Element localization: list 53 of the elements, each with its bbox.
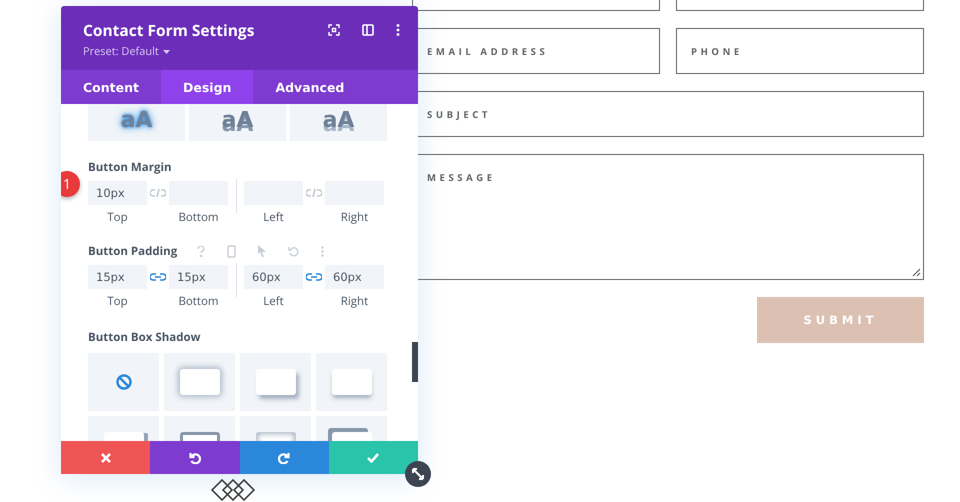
unlink-icon[interactable] bbox=[150, 188, 166, 198]
fullscreen-icon[interactable] bbox=[328, 24, 340, 36]
side-label: Left bbox=[263, 210, 284, 225]
undo-icon bbox=[188, 452, 201, 464]
step-badge: 1 bbox=[61, 171, 80, 197]
group-label: Button Margin bbox=[88, 160, 172, 174]
caret-icon bbox=[162, 50, 170, 54]
side-label: Bottom bbox=[178, 294, 219, 309]
no-shadow-icon bbox=[116, 374, 132, 390]
box-shadow-option[interactable] bbox=[316, 353, 387, 411]
tab[interactable]: Advanced bbox=[253, 70, 366, 104]
help-icon[interactable] bbox=[197, 246, 206, 256]
text-shadow-option[interactable]: aA bbox=[88, 104, 185, 141]
close-icon bbox=[100, 452, 111, 462]
tab[interactable]: Design bbox=[161, 70, 254, 104]
input-field[interactable]: 60px bbox=[325, 265, 384, 289]
unlink-icon[interactable] bbox=[306, 188, 322, 198]
input-field[interactable]: 15px bbox=[88, 265, 147, 289]
box-shadow-option[interactable] bbox=[164, 353, 235, 411]
link-icon[interactable] bbox=[150, 272, 166, 282]
group-label: Button Box Shadow bbox=[88, 330, 200, 344]
input-field[interactable]: 60px bbox=[244, 265, 303, 289]
split-view-icon[interactable] bbox=[362, 24, 374, 36]
side-label: Left bbox=[263, 294, 284, 309]
panel-title: Contact Form Settings bbox=[83, 19, 254, 41]
resize-grip-icon[interactable] bbox=[911, 267, 921, 277]
more-icon[interactable] bbox=[396, 24, 400, 36]
box-shadow-option[interactable] bbox=[88, 353, 159, 411]
redo-icon bbox=[278, 452, 290, 464]
input-field[interactable]: 10px bbox=[88, 181, 147, 205]
check-icon bbox=[367, 452, 380, 462]
undo-icon[interactable] bbox=[288, 246, 300, 256]
mobile-icon[interactable] bbox=[227, 244, 236, 258]
text-shadow-option[interactable]: aA bbox=[189, 104, 286, 141]
save-button[interactable] bbox=[328, 441, 418, 474]
resize-handle-icon[interactable] bbox=[405, 461, 431, 487]
tab[interactable]: Content bbox=[61, 70, 161, 104]
side-label: Top bbox=[107, 294, 128, 309]
side-label: Right bbox=[340, 210, 368, 225]
link-icon[interactable] bbox=[306, 272, 322, 282]
preset-dropdown[interactable]: Preset: Default bbox=[83, 44, 254, 59]
box-shadow-option[interactable] bbox=[240, 353, 311, 411]
undo-button[interactable] bbox=[150, 441, 240, 474]
scrollbar[interactable] bbox=[412, 342, 418, 382]
side-label: Bottom bbox=[178, 210, 219, 225]
side-label: Right bbox=[340, 294, 368, 309]
side-label: Top bbox=[107, 210, 128, 225]
cursor-icon[interactable] bbox=[258, 245, 266, 257]
diamonds-logo-icon bbox=[210, 478, 256, 502]
input-field[interactable]: 15px bbox=[169, 265, 228, 289]
text-shadow-option[interactable]: aA bbox=[290, 104, 387, 141]
input-field[interactable]: PHONE bbox=[676, 28, 924, 74]
group-label: Button Padding bbox=[88, 244, 178, 258]
